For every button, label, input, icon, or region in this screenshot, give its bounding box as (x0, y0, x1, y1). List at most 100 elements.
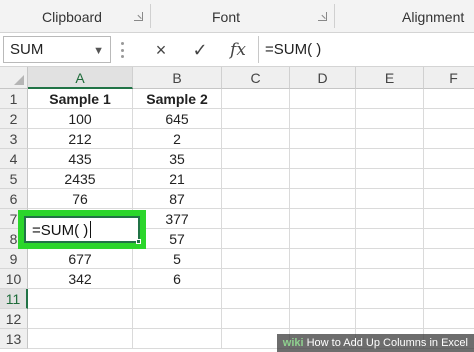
cell-b9[interactable]: 5 (133, 249, 222, 269)
cell-e4[interactable] (356, 149, 424, 169)
cell-d5[interactable] (290, 169, 356, 189)
cell-b1[interactable]: Sample 2 (133, 89, 222, 109)
cell-e8[interactable] (356, 229, 424, 249)
cell-f9[interactable] (424, 249, 474, 269)
row-header-6[interactable]: 6 (0, 189, 28, 209)
cell-c2[interactable] (222, 109, 290, 129)
cell-a6[interactable]: 76 (28, 189, 133, 209)
cell-f6[interactable] (424, 189, 474, 209)
cell-b6[interactable]: 87 (133, 189, 222, 209)
row-header-2[interactable]: 2 (0, 109, 28, 129)
clipboard-launcher-icon[interactable] (134, 12, 143, 21)
cell-f1[interactable] (424, 89, 474, 109)
cell-e2[interactable] (356, 109, 424, 129)
cell-c1[interactable] (222, 89, 290, 109)
chevron-down-icon[interactable]: ▼ (93, 45, 104, 57)
fill-handle[interactable] (136, 239, 141, 244)
drag-handle-icon[interactable] (119, 42, 125, 58)
cell-d12[interactable] (290, 309, 356, 329)
column-header-e[interactable]: E (356, 67, 424, 89)
row-header-4[interactable]: 4 (0, 149, 28, 169)
cell-e1[interactable] (356, 89, 424, 109)
cell-d6[interactable] (290, 189, 356, 209)
column-header-b[interactable]: B (133, 67, 222, 89)
cell-b12[interactable] (133, 309, 222, 329)
cell-b3[interactable]: 2 (133, 129, 222, 149)
cell-e11[interactable] (356, 289, 424, 309)
column-header-d[interactable]: D (290, 67, 356, 89)
cell-f3[interactable] (424, 129, 474, 149)
cell-d3[interactable] (290, 129, 356, 149)
column-header-c[interactable]: C (222, 67, 290, 89)
cell-e9[interactable] (356, 249, 424, 269)
row-header-13[interactable]: 13 (0, 329, 28, 349)
cell-d9[interactable] (290, 249, 356, 269)
cell-b2[interactable]: 645 (133, 109, 222, 129)
cell-c4[interactable] (222, 149, 290, 169)
cell-a10[interactable]: 342 (28, 269, 133, 289)
cell-a1[interactable]: Sample 1 (28, 89, 133, 109)
formula-input[interactable]: =SUM( ) (258, 36, 474, 63)
cell-f4[interactable] (424, 149, 474, 169)
cell-f10[interactable] (424, 269, 474, 289)
cell-e6[interactable] (356, 189, 424, 209)
cell-e7[interactable] (356, 209, 424, 229)
cell-d1[interactable] (290, 89, 356, 109)
cell-f11[interactable] (424, 289, 474, 309)
cell-f8[interactable] (424, 229, 474, 249)
select-all-button[interactable] (0, 67, 28, 89)
row-header-3[interactable]: 3 (0, 129, 28, 149)
cell-e10[interactable] (356, 269, 424, 289)
cell-c3[interactable] (222, 129, 290, 149)
cell-d8[interactable] (290, 229, 356, 249)
cell-c12[interactable] (222, 309, 290, 329)
row-header-5[interactable]: 5 (0, 169, 28, 189)
cell-a13[interactable] (28, 329, 133, 349)
cell-c8[interactable] (222, 229, 290, 249)
cell-a12[interactable] (28, 309, 133, 329)
enter-icon[interactable]: ✓ (186, 38, 214, 62)
cell-c5[interactable] (222, 169, 290, 189)
cell-f5[interactable] (424, 169, 474, 189)
cell-c11[interactable] (222, 289, 290, 309)
cell-a11[interactable] (28, 289, 133, 309)
cell-e3[interactable] (356, 129, 424, 149)
row-header-10[interactable]: 10 (0, 269, 28, 289)
row-header-1[interactable]: 1 (0, 89, 28, 109)
cell-f2[interactable] (424, 109, 474, 129)
cell-f12[interactable] (424, 309, 474, 329)
row-header-11[interactable]: 11 (0, 289, 28, 309)
cell-e5[interactable] (356, 169, 424, 189)
cell-b10[interactable]: 6 (133, 269, 222, 289)
cell-b7[interactable]: 377 (133, 209, 222, 229)
column-header-a[interactable]: A (28, 67, 133, 89)
cell-b8[interactable]: 57 (133, 229, 222, 249)
cell-f7[interactable] (424, 209, 474, 229)
font-launcher-icon[interactable] (318, 12, 327, 21)
cell-e12[interactable] (356, 309, 424, 329)
cancel-icon[interactable]: × (147, 38, 175, 62)
cell-b13[interactable] (133, 329, 222, 349)
active-cell-a11[interactable]: =SUM( ) (24, 216, 141, 244)
cell-d7[interactable] (290, 209, 356, 229)
cell-d11[interactable] (290, 289, 356, 309)
cell-a4[interactable]: 435 (28, 149, 133, 169)
cell-b4[interactable]: 35 (133, 149, 222, 169)
cell-a3[interactable]: 212 (28, 129, 133, 149)
row-header-12[interactable]: 12 (0, 309, 28, 329)
cell-b5[interactable]: 21 (133, 169, 222, 189)
cell-a9[interactable]: 677 (28, 249, 133, 269)
cell-b11[interactable] (133, 289, 222, 309)
name-box[interactable]: SUM ▼ (3, 36, 111, 63)
cell-c10[interactable] (222, 269, 290, 289)
cell-c7[interactable] (222, 209, 290, 229)
cell-d10[interactable] (290, 269, 356, 289)
column-header-f[interactable]: F (424, 67, 474, 89)
cell-d4[interactable] (290, 149, 356, 169)
insert-function-icon[interactable]: fx (224, 38, 252, 62)
cell-c9[interactable] (222, 249, 290, 269)
row-header-9[interactable]: 9 (0, 249, 28, 269)
cell-a5[interactable]: 2435 (28, 169, 133, 189)
cell-c6[interactable] (222, 189, 290, 209)
cell-d2[interactable] (290, 109, 356, 129)
